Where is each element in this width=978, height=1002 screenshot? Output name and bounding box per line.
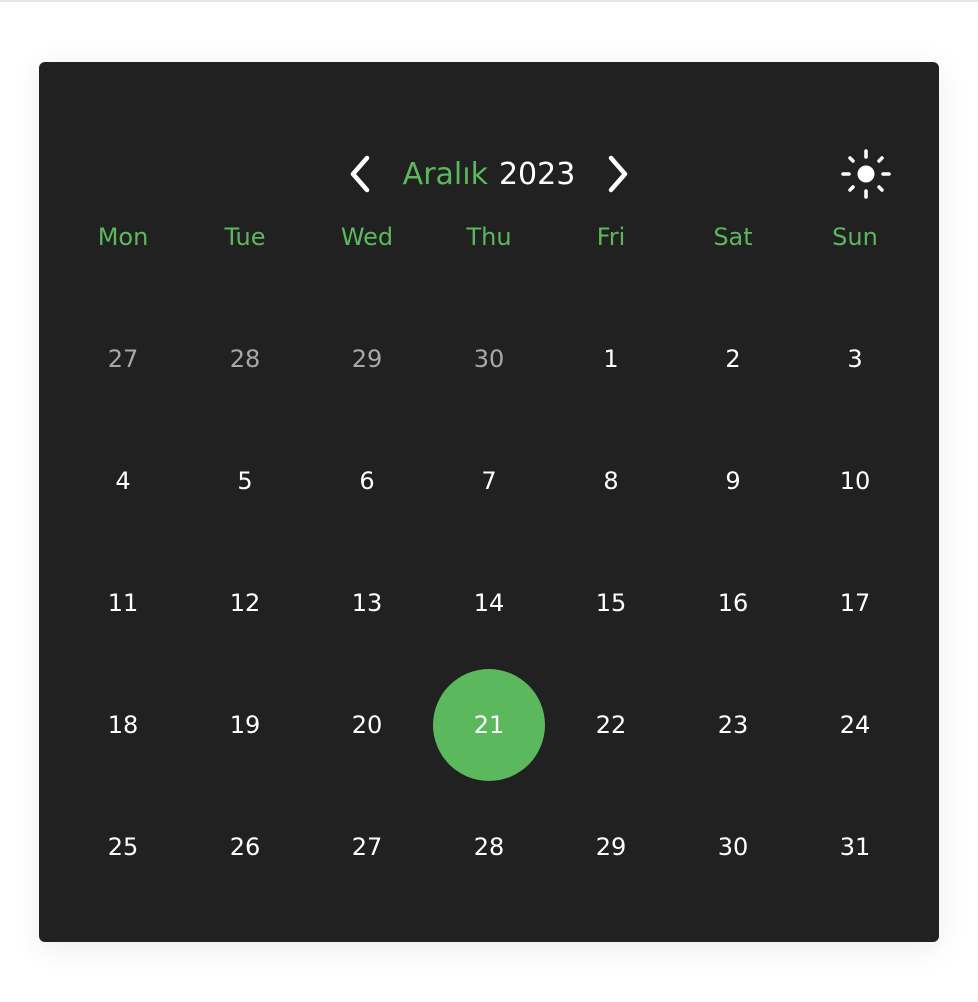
weekday-label: Thu [466,223,512,251]
day-cell[interactable]: 24 [794,664,916,786]
top-divider [0,0,978,2]
day-number: 15 [595,589,627,617]
day-number: 28 [473,833,505,861]
day-number: 30 [473,345,505,373]
day-number: 16 [717,589,749,617]
day-number: 27 [107,345,139,373]
week-row: 25 26 27 28 29 30 31 [62,786,916,908]
day-cell-other-month[interactable]: 27 [62,298,184,420]
day-number: 29 [595,833,627,861]
day-number: 11 [107,589,139,617]
month-year-title[interactable]: Aralık 2023 [391,154,587,194]
day-number: 5 [237,467,253,495]
weekday-header-row: Mon Tue Wed Thu Fri Sat Sun [62,207,916,267]
day-cell[interactable]: 16 [672,542,794,664]
day-number: 13 [351,589,383,617]
day-cell[interactable]: 25 [62,786,184,908]
weeks-container: 27 28 29 30 1 2 3 4 5 6 7 8 9 10 11 12 13 14 15 16 17 18 19 20 2… [62,298,916,908]
day-cell[interactable]: 4 [62,420,184,542]
day-number: 22 [595,711,627,739]
weekday-label: Fri [596,223,626,251]
next-month-button[interactable] [597,154,637,194]
year-label: 2023 [498,156,576,192]
day-cell[interactable]: 30 [672,786,794,908]
day-number: 29 [351,345,383,373]
day-cell[interactable]: 14 [428,542,550,664]
day-number: 28 [229,345,261,373]
calendar-widget: Aralık 2023 Mon Tue Wed Thu Fri Sat Sun … [39,62,939,942]
day-cell[interactable]: 10 [794,420,916,542]
day-number: 25 [107,833,139,861]
day-cell[interactable]: 20 [306,664,428,786]
day-cell[interactable]: 26 [184,786,306,908]
week-row: 11 12 13 14 15 16 17 [62,542,916,664]
sun-icon [841,149,891,199]
day-number: 23 [717,711,749,739]
day-cell[interactable]: 18 [62,664,184,786]
day-cell[interactable]: 22 [550,664,672,786]
day-number: 14 [473,589,505,617]
month-label: Aralık [402,156,488,192]
day-number: 27 [351,833,383,861]
day-cell[interactable]: 31 [794,786,916,908]
day-number: 17 [839,589,871,617]
day-number: 4 [115,467,131,495]
day-cell[interactable]: 2 [672,298,794,420]
day-cell-other-month[interactable]: 28 [184,298,306,420]
prev-month-button[interactable] [341,154,381,194]
day-number: 19 [229,711,261,739]
day-number: 8 [603,467,619,495]
day-cell[interactable]: 29 [550,786,672,908]
day-number: 12 [229,589,261,617]
weekday-label: Sun [832,223,878,251]
day-cell[interactable]: 11 [62,542,184,664]
day-number: 9 [725,467,741,495]
day-number: 6 [359,467,375,495]
day-cell-other-month[interactable]: 30 [428,298,550,420]
weekday-label: Mon [97,223,149,251]
day-number: 21 [473,711,505,739]
day-number: 1 [603,345,619,373]
day-cell-selected[interactable]: 21 [428,664,550,786]
day-cell[interactable]: 6 [306,420,428,542]
day-number: 3 [847,345,863,373]
day-cell[interactable]: 28 [428,786,550,908]
day-cell[interactable]: 15 [550,542,672,664]
week-row: 18 19 20 21 22 23 24 [62,664,916,786]
chevron-left-icon [350,155,370,193]
day-number: 26 [229,833,261,861]
theme-toggle-button[interactable] [840,148,892,200]
day-cell[interactable]: 9 [672,420,794,542]
week-row: 27 28 29 30 1 2 3 [62,298,916,420]
day-number: 20 [351,711,383,739]
weekday-label: Tue [224,223,266,251]
weekday-label: Wed [340,223,394,251]
day-cell[interactable]: 13 [306,542,428,664]
day-cell[interactable]: 8 [550,420,672,542]
day-number: 24 [839,711,871,739]
day-cell[interactable]: 1 [550,298,672,420]
weekday-label: Sat [713,223,753,251]
day-cell[interactable]: 7 [428,420,550,542]
day-cell[interactable]: 12 [184,542,306,664]
day-number: 18 [107,711,139,739]
day-cell[interactable]: 17 [794,542,916,664]
day-number: 2 [725,345,741,373]
day-cell[interactable]: 27 [306,786,428,908]
day-cell[interactable]: 3 [794,298,916,420]
calendar-grid: Mon Tue Wed Thu Fri Sat Sun 27 28 29 30 1 2 3 4… [62,207,916,908]
day-cell[interactable]: 19 [184,664,306,786]
day-cell[interactable]: 5 [184,420,306,542]
week-row: 4 5 6 7 8 9 10 [62,420,916,542]
day-number: 30 [717,833,749,861]
day-cell-other-month[interactable]: 29 [306,298,428,420]
chevron-right-icon [608,155,628,193]
day-number: 7 [481,467,497,495]
day-number: 10 [839,467,871,495]
day-number: 31 [839,833,871,861]
day-cell[interactable]: 23 [672,664,794,786]
